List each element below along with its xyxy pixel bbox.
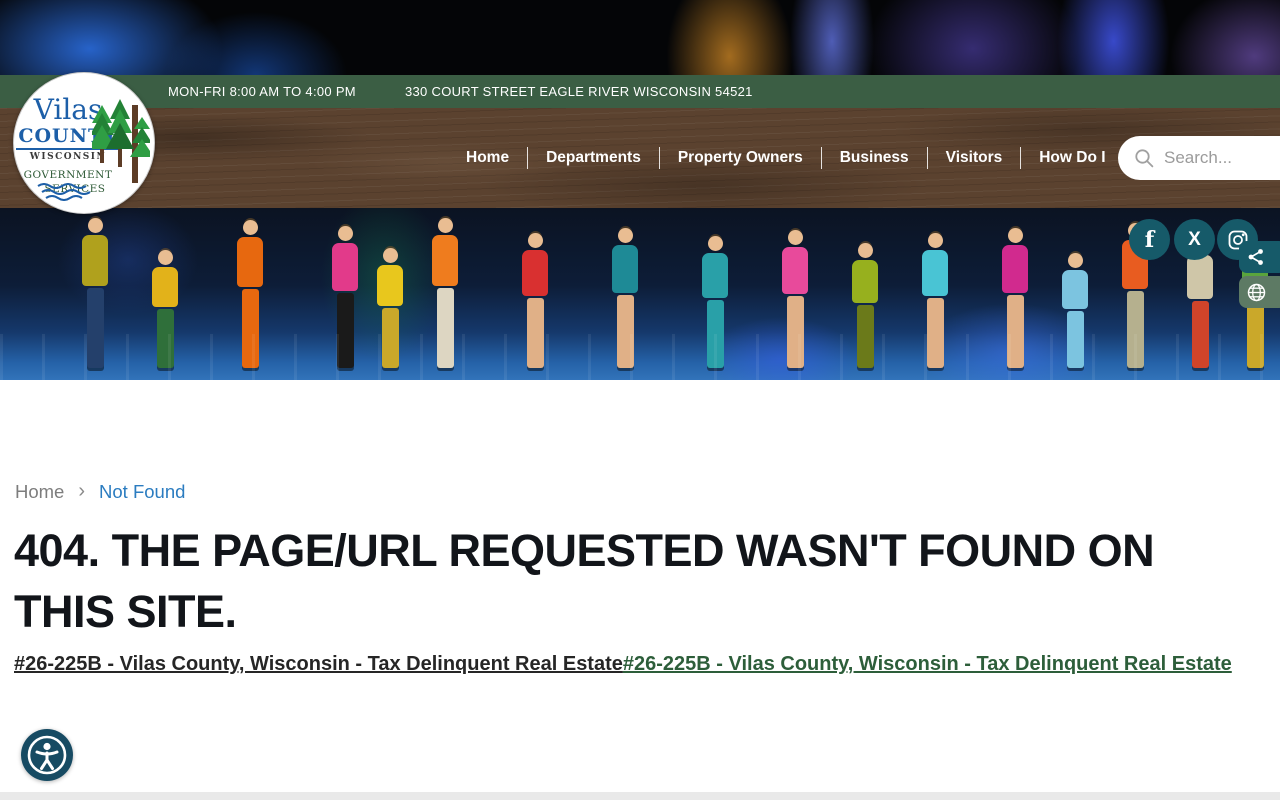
tax-delinquent-link-1[interactable]: #26-225B - Vilas County, Wisconsin - Tax… — [14, 653, 623, 675]
county-logo[interactable]: Vilas COUNTY WISCONSIN GOVERNMENT SERVIC… — [13, 72, 155, 214]
search-box[interactable] — [1118, 136, 1280, 180]
performer-figure — [375, 248, 405, 368]
breadcrumb-separator-icon: › — [78, 480, 85, 503]
performer-figure — [780, 230, 810, 368]
globe-icon — [1247, 283, 1266, 302]
x-twitter-icon[interactable]: X — [1174, 219, 1215, 260]
performer-figure — [610, 228, 640, 368]
page-title-line1: 404. THE PAGE/URL REQUESTED WASN'T FOUND… — [14, 520, 1259, 581]
performer-figure — [430, 218, 460, 368]
performer-figure — [520, 233, 550, 368]
next-section-edge — [0, 792, 1280, 800]
nav-item-visitors[interactable]: Visitors — [928, 149, 1021, 167]
performer-figure — [235, 220, 265, 368]
nav-item-business[interactable]: Business — [822, 149, 927, 167]
search-input[interactable] — [1164, 148, 1274, 168]
nav-item-departments[interactable]: Departments — [528, 149, 659, 167]
main-menu: Home Departments Property Owners Busines… — [448, 108, 1124, 208]
page-title-line2: THIS SITE. — [14, 581, 1259, 642]
pine-trees-icon — [92, 97, 150, 197]
performer-figure — [1060, 253, 1090, 368]
nav-item-property-owners[interactable]: Property Owners — [660, 149, 821, 167]
breadcrumb: Home › Not Found — [15, 480, 185, 503]
performer-figure — [700, 236, 730, 368]
info-bar: MON-FRI 8:00 AM TO 4:00 PM 330 COURT STR… — [0, 75, 1280, 108]
breadcrumb-current[interactable]: Not Found — [99, 481, 185, 503]
page: MON-FRI 8:00 AM TO 4:00 PM 330 COURT STR… — [0, 0, 1280, 800]
performer-figure — [1000, 228, 1030, 368]
performer-figure — [80, 218, 110, 368]
performer-figure — [150, 250, 180, 368]
language-globe-button[interactable] — [1239, 276, 1280, 308]
breadcrumb-home-link[interactable]: Home — [15, 481, 64, 503]
performer-figure — [920, 233, 950, 368]
accessibility-widget-button[interactable] — [21, 729, 73, 781]
performer-figure — [850, 243, 880, 368]
stage-lights-banner — [0, 0, 1280, 75]
water-waves-icon — [36, 183, 106, 201]
search-icon — [1134, 148, 1155, 169]
nav-item-how-do-i[interactable]: How Do I — [1021, 149, 1123, 167]
office-hours: MON-FRI 8:00 AM TO 4:00 PM — [168, 84, 356, 99]
share-icon — [1247, 248, 1265, 266]
tax-delinquent-link-2[interactable]: #26-225B - Vilas County, Wisconsin - Tax… — [623, 653, 1232, 675]
performer-figure — [330, 226, 360, 368]
hero-image — [0, 208, 1280, 380]
share-button[interactable] — [1239, 241, 1280, 273]
nav-item-home[interactable]: Home — [448, 149, 527, 167]
office-address: 330 COURT STREET EAGLE RIVER WISCONSIN 5… — [405, 84, 753, 99]
page-title: 404. THE PAGE/URL REQUESTED WASN'T FOUND… — [14, 520, 1259, 642]
suggested-links: #26-225B - Vilas County, Wisconsin - Tax… — [14, 651, 1249, 677]
facebook-icon[interactable]: f — [1129, 219, 1170, 260]
accessibility-icon — [24, 732, 70, 778]
